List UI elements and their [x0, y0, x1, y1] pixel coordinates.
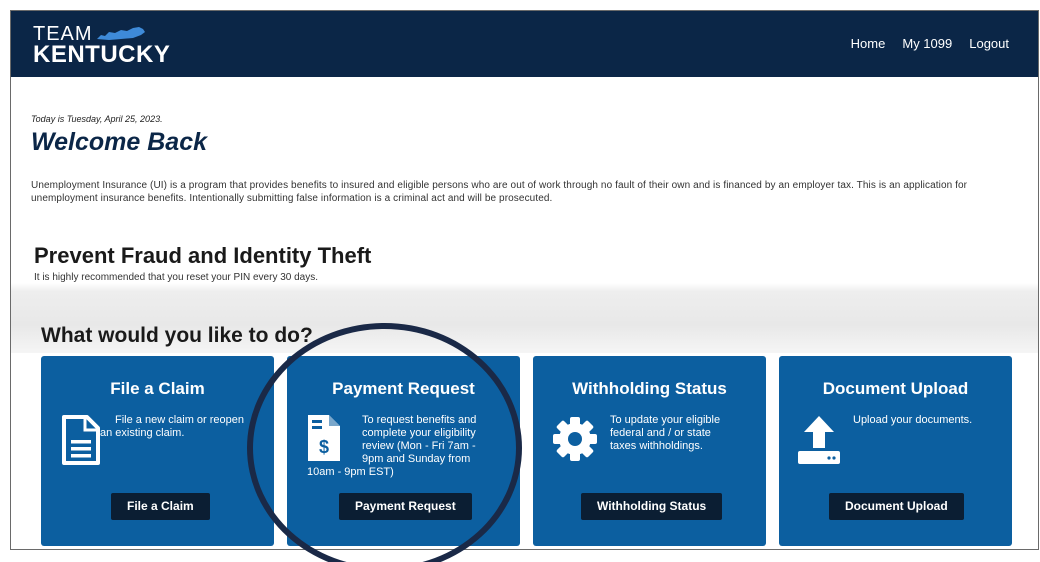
document-upload-description: Upload your documents.: [853, 414, 973, 426]
document-upload-card-title: Document Upload: [822, 379, 969, 398]
app-window: TEAM KENTUCKY Home My 1099 Logout Today …: [10, 10, 1039, 550]
actions-heading: What would you like to do?: [41, 324, 313, 347]
document-upload-card: Document Upload Upload your documents. D…: [779, 356, 1012, 546]
nav-home-link[interactable]: Home: [851, 36, 886, 51]
payment-request-card-title: Payment Request: [332, 379, 475, 398]
team-kentucky-logo[interactable]: TEAM KENTUCKY: [33, 24, 171, 68]
withholding-status-card-title: Withholding Status: [572, 379, 727, 398]
file-claim-button[interactable]: File a Claim: [111, 493, 210, 520]
file-claim-card-title: File a Claim: [110, 379, 205, 398]
top-navbar: TEAM KENTUCKY Home My 1099 Logout: [11, 11, 1038, 77]
payment-request-description: To request benefits and complete your el…: [307, 414, 477, 478]
nav-my-1099-link[interactable]: My 1099: [902, 36, 952, 51]
intro-paragraph: Unemployment Insurance (UI) is a program…: [31, 180, 968, 204]
fraud-subtext: It is highly recommended that you reset …: [34, 272, 319, 283]
withholding-status-button[interactable]: Withholding Status: [581, 493, 723, 520]
welcome-heading: Welcome Back: [31, 128, 208, 156]
gear-icon: [553, 417, 597, 461]
payment-request-card: Payment Request $ To request benefits an…: [287, 356, 520, 546]
logo-kentucky-text: KENTUCKY: [33, 41, 171, 68]
date-line: Today is Tuesday, April 25, 2023.: [31, 114, 163, 124]
payment-request-button[interactable]: Payment Request: [339, 493, 472, 520]
top-nav-links: Home My 1099 Logout: [851, 36, 1009, 51]
withholding-status-description: To update your eligible federal and / or…: [610, 414, 721, 452]
withholding-status-card: Withholding Status To update your eligib…: [533, 356, 766, 546]
kentucky-state-icon: [97, 27, 145, 40]
nav-logout-link[interactable]: Logout: [969, 36, 1009, 51]
document-icon: [62, 415, 100, 465]
document-upload-button[interactable]: Document Upload: [829, 493, 964, 520]
upload-icon: [798, 416, 840, 464]
fraud-heading: Prevent Fraud and Identity Theft: [34, 243, 372, 268]
file-claim-card: File a Claim File a new claim or reopen …: [41, 356, 274, 546]
file-claim-description: File a new claim or reopen an existing c…: [100, 414, 245, 439]
